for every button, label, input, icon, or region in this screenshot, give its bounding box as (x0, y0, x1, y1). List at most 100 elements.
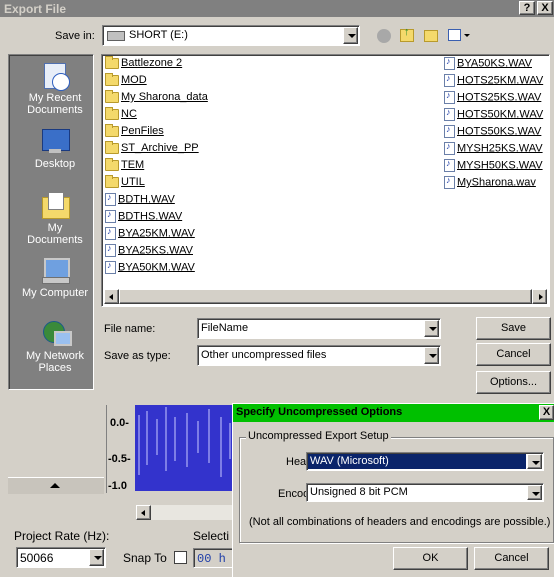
file-name-text: HOTS50KM.WAV (457, 108, 544, 121)
file-name-text: BDTH.WAV (118, 193, 175, 206)
save-in-combo[interactable]: SHORT (E:) (102, 25, 360, 46)
close-button[interactable]: X (537, 1, 553, 15)
file-name-text: ST_Archive_PP (121, 142, 199, 154)
wav-file-icon (444, 158, 455, 172)
chevron-down-icon[interactable] (527, 485, 542, 500)
file-item[interactable]: BDTH.WAV (105, 192, 175, 210)
file-name-text: BDTHS.WAV (118, 210, 183, 223)
file-name-text: UTIL (121, 176, 145, 188)
file-item[interactable]: BDTHS.WAV (105, 209, 183, 227)
wav-file-icon (105, 243, 116, 257)
selection-label: Selecti (193, 529, 230, 543)
scroll-left-button[interactable] (104, 289, 119, 304)
scale-label-minus-one: -1.0 (108, 480, 127, 492)
file-item[interactable]: HOTS25KM.WAV (444, 73, 543, 91)
folder-item[interactable]: My Sharona_data (105, 89, 208, 108)
folder-item[interactable]: ST_Archive_PP (105, 140, 199, 159)
options-cancel-button[interactable]: Cancel (474, 547, 549, 570)
recent-documents-icon (40, 61, 70, 91)
network-places-icon (40, 319, 72, 347)
wav-file-icon (444, 175, 455, 189)
new-folder-icon[interactable] (424, 30, 438, 42)
folder-item[interactable]: NC (105, 106, 137, 125)
file-item[interactable]: BYA25KM.WAV (105, 226, 195, 244)
folder-item[interactable]: MOD (105, 72, 147, 91)
save-in-label: Save in: (55, 30, 95, 42)
file-name-label: File name: (104, 323, 156, 335)
file-item[interactable]: BYA50KS.WAV (444, 56, 532, 74)
places-item-desktop[interactable]: Desktop (19, 127, 91, 170)
snap-to-label: Snap To (123, 551, 167, 565)
scroll-left-button[interactable] (136, 505, 151, 520)
header-combo[interactable]: WAV (Microsoft) (306, 452, 544, 471)
file-name-field[interactable]: FileName (197, 318, 441, 339)
project-rate-label: Project Rate (Hz): (14, 529, 110, 543)
encoding-combo[interactable]: Unsigned 8 bit PCM (306, 483, 544, 502)
selection-time-field[interactable]: 00 h (193, 548, 233, 568)
file-name-text: BYA50KS.WAV (457, 57, 532, 70)
project-rate-combo[interactable]: 50066 (16, 547, 106, 568)
save-as-type-combo[interactable]: Other uncompressed files (197, 345, 441, 366)
up-folder-icon[interactable]: ↑ (400, 26, 414, 42)
scroll-right-button[interactable] (532, 289, 547, 304)
chevron-down-icon[interactable] (527, 454, 542, 469)
file-item[interactable]: HOTS50KS.WAV (444, 124, 542, 142)
collapse-arrow-icon[interactable] (50, 483, 60, 488)
file-item[interactable]: HOTS25KS.WAV (444, 90, 541, 108)
compatibility-note: (Not all combinations of headers and enc… (249, 516, 551, 528)
waveform[interactable] (135, 405, 235, 491)
file-name-text: Battlezone 2 (121, 57, 183, 69)
places-item-my-computer[interactable]: My Computer (19, 256, 91, 299)
places-item-recent[interactable]: My Recent Documents (19, 61, 91, 116)
ok-button[interactable]: OK (393, 547, 468, 570)
folder-item[interactable]: TEM (105, 157, 145, 176)
places-item-network[interactable]: My Network Places (19, 319, 91, 374)
scale-label-zero: 0.0- (110, 417, 129, 429)
uncompressed-options-dialog: Specify Uncompressed Options X Uncompres… (232, 403, 554, 577)
scroll-thumb[interactable] (119, 289, 532, 304)
wav-file-icon (105, 192, 116, 206)
chevron-down-icon[interactable] (89, 549, 104, 566)
options-close-button[interactable]: X (539, 405, 554, 420)
options-title-bar[interactable]: Specify Uncompressed Options X (233, 404, 554, 422)
folder-icon (105, 123, 119, 137)
track-scrollbar[interactable] (136, 505, 234, 520)
file-name-text: NC (121, 108, 137, 120)
file-name-text: BYA25KS.WAV (118, 244, 193, 257)
folder-icon (105, 89, 119, 103)
horizontal-scrollbar[interactable] (104, 289, 547, 304)
file-list[interactable]: Battlezone 2 MOD My Sharona_data NC PenFiles… (101, 54, 550, 307)
chevron-down-icon[interactable] (424, 320, 439, 337)
file-name-text: PenFiles (121, 125, 164, 137)
snap-to-checkbox[interactable] (174, 551, 187, 564)
save-button[interactable]: Save (476, 317, 551, 340)
views-menu-icon[interactable] (448, 28, 470, 44)
options-button[interactable]: Options... (476, 371, 551, 394)
chevron-down-icon[interactable] (343, 27, 358, 44)
file-item[interactable]: HOTS50KM.WAV (444, 107, 544, 125)
file-name-text: BYA50KM.WAV (118, 261, 195, 274)
my-documents-icon (40, 191, 70, 219)
file-name-text: BYA25KM.WAV (118, 227, 195, 240)
folder-item[interactable]: Battlezone 2 (105, 55, 183, 74)
file-item[interactable]: MYSH25KS.WAV (444, 141, 543, 159)
file-item[interactable]: BYA25KS.WAV (105, 243, 193, 261)
waveform-graphic (138, 407, 231, 477)
folder-item[interactable]: PenFiles (105, 123, 164, 142)
back-icon[interactable] (377, 29, 391, 43)
folder-icon (105, 140, 119, 154)
file-item[interactable]: BYA50KM.WAV (105, 260, 195, 278)
help-button[interactable]: ? (519, 1, 535, 15)
places-item-my-documents[interactable]: My Documents (19, 191, 91, 246)
folder-item[interactable]: UTIL (105, 174, 145, 193)
folder-icon (105, 55, 119, 69)
file-item[interactable]: MYSH50KS.WAV (444, 158, 543, 176)
wav-file-icon (444, 124, 455, 138)
chevron-down-icon[interactable] (424, 347, 439, 364)
export-title-bar[interactable]: Export File ? X (0, 0, 554, 17)
file-name-text: HOTS50KS.WAV (457, 125, 542, 138)
file-item[interactable]: MySharona.wav (444, 175, 536, 193)
file-name-text: TEM (121, 159, 145, 171)
cancel-button[interactable]: Cancel (476, 343, 551, 366)
scale-label-minus-half: -0.5- (108, 453, 131, 465)
